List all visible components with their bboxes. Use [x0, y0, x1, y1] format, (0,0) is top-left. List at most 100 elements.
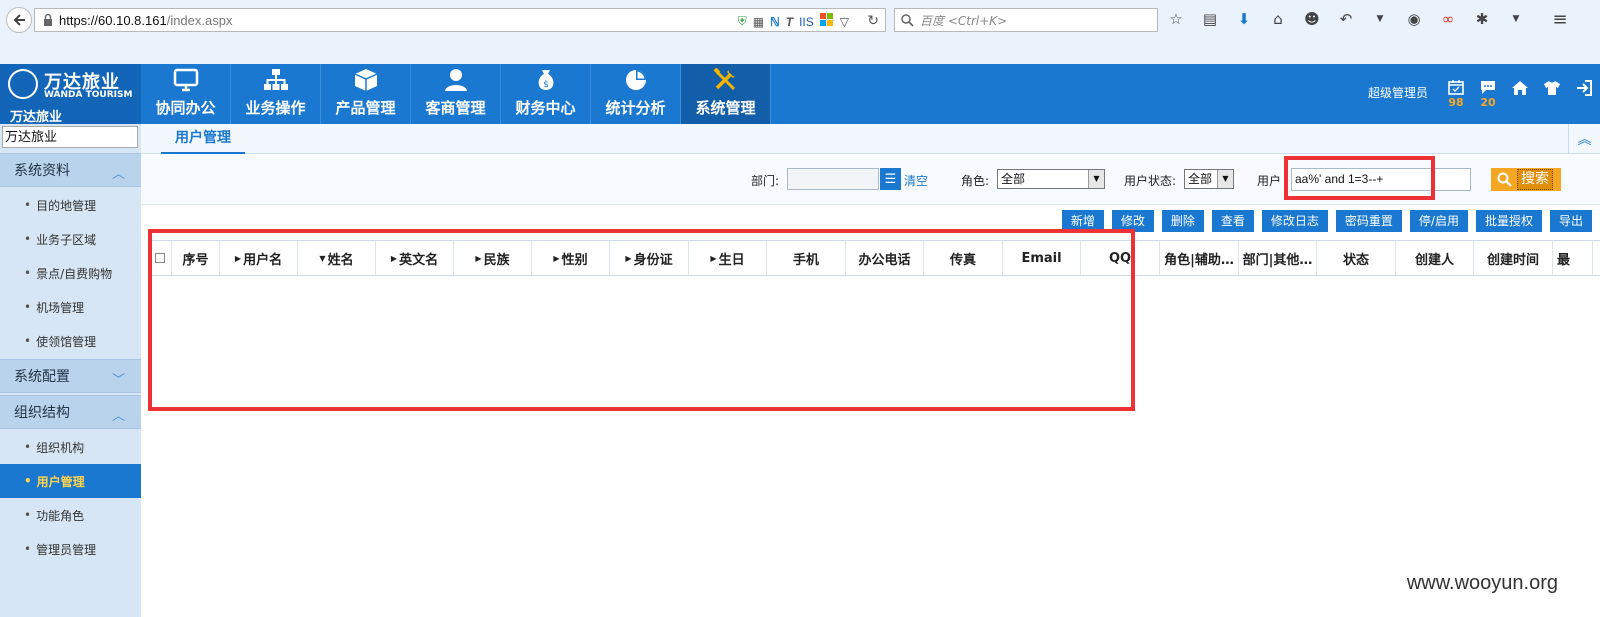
menu-business[interactable]: 业务操作: [231, 64, 321, 124]
browser-search-bar[interactable]: 百度 <Ctrl+K>: [894, 8, 1158, 32]
clear-link[interactable]: 清空: [904, 172, 928, 189]
back-arrow-icon: [13, 14, 25, 26]
box-icon: [354, 69, 377, 91]
logo-mark-icon: [8, 69, 38, 99]
company-selector[interactable]: 万达旅业: [2, 126, 138, 148]
logout-button[interactable]: [1568, 64, 1600, 124]
home-icon: [1512, 81, 1528, 95]
admin-label[interactable]: 超级管理员: [1368, 84, 1428, 101]
column-header[interactable]: 部门|其他…: [1239, 241, 1317, 275]
hamburger-menu-icon[interactable]: ≡: [1550, 8, 1570, 30]
view-button[interactable]: 查看: [1211, 210, 1254, 232]
sidebar-item-org-units[interactable]: • 组织机构: [0, 430, 141, 464]
dept-picker-icon[interactable]: ☰: [880, 168, 901, 190]
action-toolbar: 新增 修改 删除 查看 修改日志 密码重置 停/启用 批量授权 导出: [1061, 210, 1600, 232]
sidebar-item-admins[interactable]: • 管理员管理: [0, 532, 141, 566]
dept-label: 部门:: [751, 174, 780, 188]
dept-input[interactable]: [787, 168, 879, 190]
status-select[interactable]: 全部 ▼: [1184, 169, 1234, 189]
menu-customers[interactable]: 客商管理: [411, 64, 501, 124]
change-log-button[interactable]: 修改日志: [1261, 210, 1328, 232]
addon-link-icon[interactable]: ∞: [1438, 8, 1458, 30]
batch-authorize-button[interactable]: 批量授权: [1475, 210, 1542, 232]
tab-user-management[interactable]: 用户管理: [161, 124, 245, 154]
column-header[interactable]: 状态: [1317, 241, 1396, 275]
sidebar-item-destinations[interactable]: • 目的地管理: [0, 188, 141, 222]
brand-logo[interactable]: 万达旅业 WANDA TOURISM 万达旅业: [0, 64, 141, 125]
column-header[interactable]: 创建人: [1396, 241, 1474, 275]
sidebar-section-system-config[interactable]: 系统配置 ﹀: [0, 359, 141, 393]
reading-list-icon[interactable]: ▤: [1200, 8, 1220, 30]
menu-label: 协同办公: [155, 99, 216, 117]
export-button[interactable]: 导出: [1549, 210, 1592, 232]
menu-label: 业务操作: [245, 99, 306, 117]
sidebar-item-roles[interactable]: • 功能角色: [0, 498, 141, 532]
calendar-badge: 98: [1448, 96, 1464, 109]
addon-bug-icon[interactable]: ✱: [1472, 8, 1492, 30]
collapse-up-icon[interactable]: ︽: [1568, 124, 1600, 154]
addon-globe-icon[interactable]: ◉: [1404, 8, 1424, 30]
message-badge: 20: [1480, 96, 1496, 109]
undo-icon[interactable]: ↶: [1336, 8, 1356, 30]
menu-products[interactable]: 产品管理: [321, 64, 411, 124]
addon-n-icon[interactable]: ℕ: [770, 15, 780, 29]
app-header: 万达旅业 WANDA TOURISM 万达旅业 协同办公 业务操作 产品管理 客…: [0, 64, 1600, 125]
chevron-up-icon: ︿: [111, 409, 125, 424]
iis-icon[interactable]: IIS: [799, 15, 814, 29]
sidebar-item-user-management[interactable]: • 用户管理: [0, 464, 141, 498]
role-select[interactable]: 全部 ▼: [997, 169, 1105, 189]
column-header[interactable]: 最: [1553, 241, 1593, 275]
menu-finance[interactable]: $ 财务中心: [501, 64, 591, 124]
tools-icon: [712, 68, 735, 91]
qr-code-icon[interactable]: ▦: [753, 15, 764, 29]
sidebar-item-sub-areas[interactable]: • 业务子区域: [0, 222, 141, 256]
column-header[interactable]: 角色|辅助…: [1160, 241, 1239, 275]
chevron-up-icon: ︿: [111, 167, 125, 182]
menu-statistics[interactable]: 统计分析: [591, 64, 681, 124]
windows-icon[interactable]: [819, 13, 834, 30]
menu-label: 统计分析: [605, 99, 666, 117]
reload-icon[interactable]: ↻: [867, 13, 879, 29]
sidebar-item-embassies[interactable]: • 使领馆管理: [0, 324, 141, 358]
search-icon: [901, 13, 914, 27]
menu-label: 产品管理: [335, 99, 396, 117]
menu-collaboration[interactable]: 协同办公: [141, 64, 231, 124]
bookmark-star-icon[interactable]: ☆: [1166, 8, 1186, 30]
theme-button[interactable]: [1536, 64, 1568, 124]
sidebar-item-attractions[interactable]: • 景点/自费购物: [0, 256, 141, 290]
dropdown-icon[interactable]: ▽: [840, 15, 849, 29]
lock-icon: [44, 14, 52, 26]
address-bar[interactable]: https://60.10.8.161/index.aspx ⛨ ▦ ℕ T I…: [34, 8, 886, 32]
messages-button[interactable]: 20: [1472, 64, 1504, 124]
column-header[interactable]: 创建时间: [1474, 241, 1553, 275]
menu-system[interactable]: 系统管理: [681, 64, 771, 124]
toggle-enable-button[interactable]: 停/启用: [1409, 210, 1468, 232]
highlight-box-empty-results: [148, 229, 1135, 411]
section-title: 组织结构: [14, 405, 70, 421]
search-button[interactable]: 搜索: [1491, 168, 1561, 191]
url-text: https://60.10.8.161/index.aspx: [59, 12, 233, 28]
browser-toolbar-icons: ☆ ▤ ⬇ ⌂ ☻ ↶ ▼ ◉ ∞ ✱ ▼ ≡: [1166, 8, 1570, 30]
tab-bar: 用户管理 ︽: [141, 124, 1600, 154]
delete-button[interactable]: 删除: [1161, 210, 1204, 232]
chat-icon[interactable]: ☻: [1302, 8, 1322, 30]
overflow-dropdown-icon[interactable]: ▼: [1506, 8, 1526, 30]
user-label: 用户: [1257, 174, 1282, 188]
sidebar-section-system-data[interactable]: 系统资料 ︿: [0, 153, 141, 187]
svg-text:$: $: [543, 80, 549, 90]
calendar-button[interactable]: 98: [1440, 64, 1472, 124]
watermark: www.wooyun.org: [1406, 572, 1558, 594]
reset-password-button[interactable]: 密码重置: [1335, 210, 1402, 232]
menu-dropdown-icon[interactable]: ▼: [1370, 8, 1390, 30]
sidebar-section-organization[interactable]: 组织结构 ︿: [0, 395, 141, 429]
back-button[interactable]: [6, 7, 32, 33]
shield-icon[interactable]: ⛨: [738, 14, 747, 29]
addon-t-icon[interactable]: T: [786, 15, 793, 29]
pie-chart-icon: [625, 70, 646, 90]
logo-english: WANDA TOURISM: [44, 90, 133, 100]
sidebar-item-airports[interactable]: • 机场管理: [0, 290, 141, 324]
home-icon[interactable]: ⌂: [1268, 8, 1288, 30]
logout-icon: [1577, 80, 1592, 96]
home-button[interactable]: [1504, 64, 1536, 124]
download-icon[interactable]: ⬇: [1234, 8, 1254, 30]
